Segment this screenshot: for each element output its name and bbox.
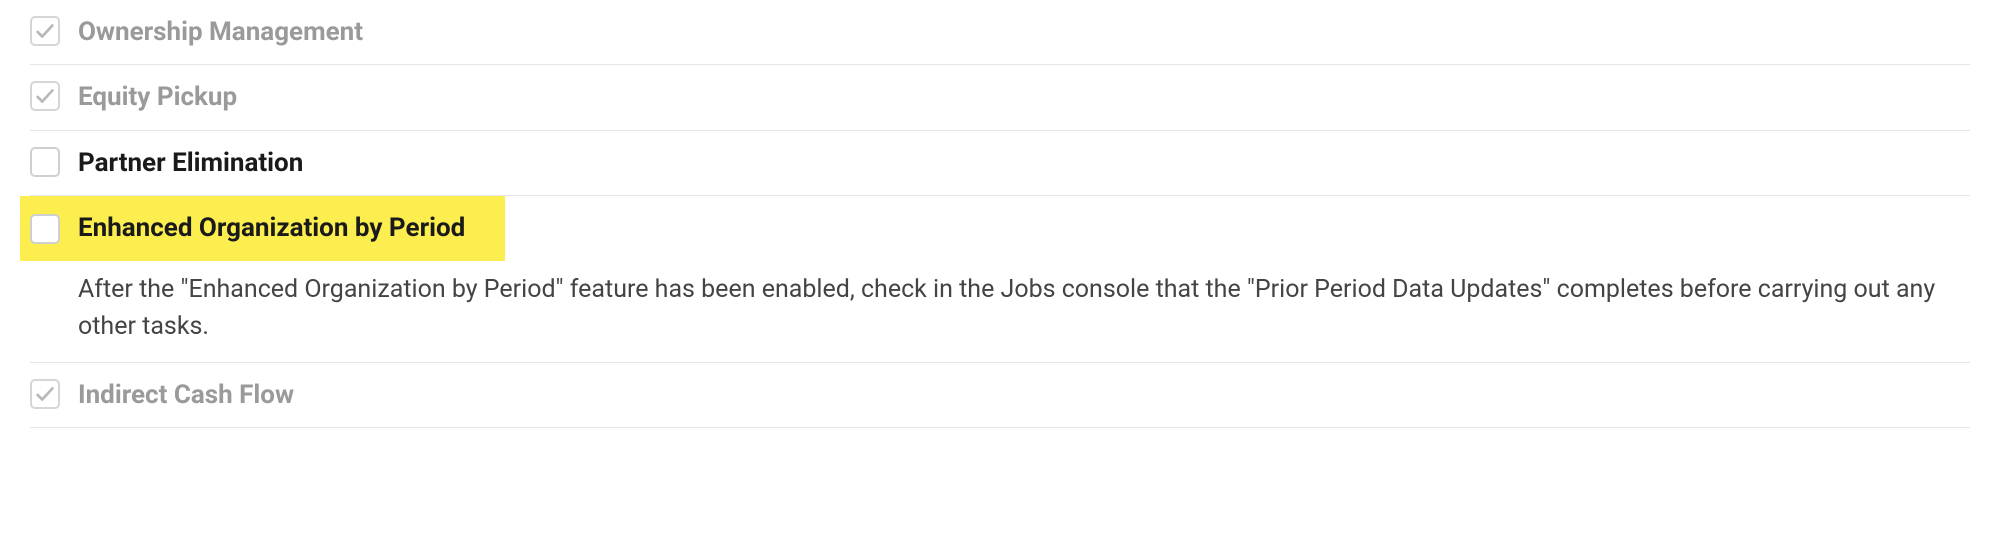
label-wrap: Indirect Cash Flow bbox=[78, 377, 294, 413]
feature-label: Indirect Cash Flow bbox=[78, 377, 294, 413]
check-icon bbox=[34, 85, 56, 107]
feature-label: Equity Pickup bbox=[78, 79, 237, 115]
checkbox-partner-elimination[interactable] bbox=[30, 147, 60, 177]
feature-label: Partner Elimination bbox=[78, 145, 303, 181]
list-item: Equity Pickup bbox=[30, 65, 1970, 130]
feature-list: Ownership Management Equity Pickup Partn… bbox=[0, 0, 2000, 428]
feature-description-block: After the "Enhanced Organization by Peri… bbox=[30, 261, 1970, 346]
list-item: Partner Elimination bbox=[30, 131, 1970, 196]
feature-description: After the "Enhanced Organization by Peri… bbox=[78, 275, 1935, 342]
label-wrap: Equity Pickup bbox=[78, 79, 237, 115]
check-icon bbox=[34, 20, 56, 42]
feature-label: Enhanced Organization by Period bbox=[78, 210, 465, 246]
highlight-region: Enhanced Organization by Period bbox=[20, 196, 505, 260]
label-wrap: Partner Elimination bbox=[78, 145, 303, 181]
check-icon bbox=[34, 383, 56, 405]
checkbox-ownership-management[interactable] bbox=[30, 16, 60, 46]
checkbox-indirect-cash-flow[interactable] bbox=[30, 379, 60, 409]
feature-label: Ownership Management bbox=[78, 14, 363, 50]
list-item: Ownership Management bbox=[30, 0, 1970, 65]
label-wrap: Ownership Management bbox=[78, 14, 363, 50]
checkbox-equity-pickup[interactable] bbox=[30, 81, 60, 111]
checkbox-enhanced-org-by-period[interactable] bbox=[30, 214, 60, 244]
list-item: Indirect Cash Flow bbox=[30, 363, 1970, 428]
list-item: Enhanced Organization by Period After th… bbox=[30, 196, 1970, 362]
highlighted-feature-row: Enhanced Organization by Period bbox=[30, 196, 1970, 260]
